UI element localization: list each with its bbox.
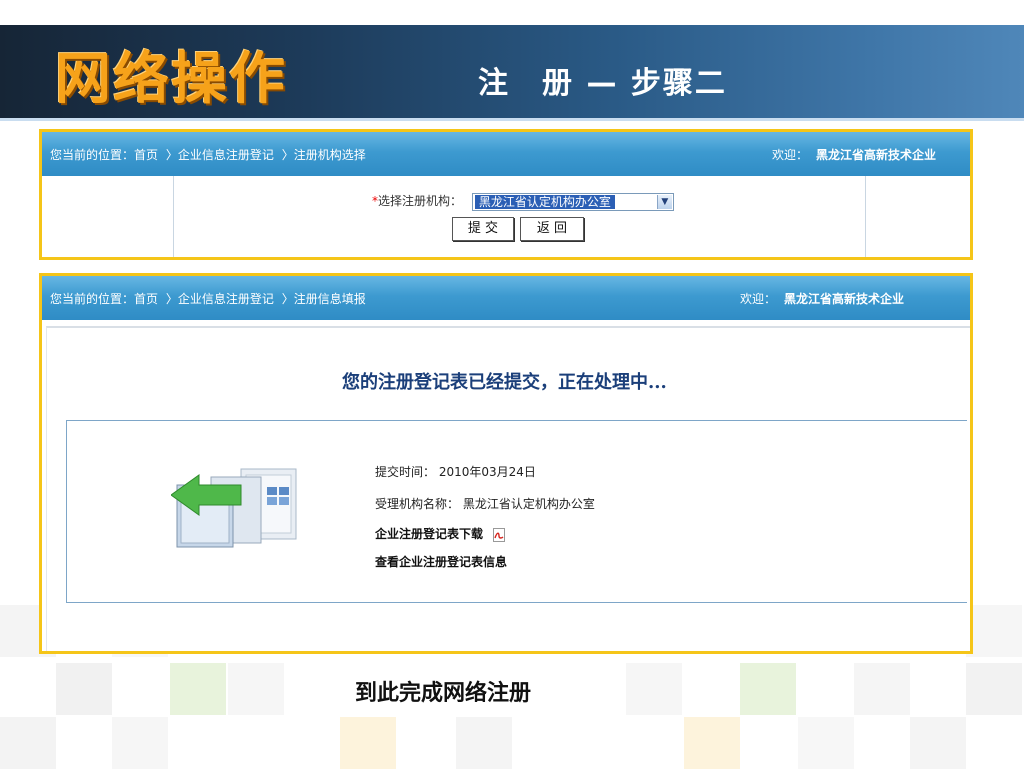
breadcrumb-agency-selection: 〉注册机构选择 bbox=[281, 148, 366, 162]
panel-body: *选择注册机构： 黑龙江省认定机构办公室 ▼ 提 交 返 回 bbox=[42, 176, 970, 257]
submission-info-box: 提交时间： 2010年03月24日 受理机构名称： 黑龙江省认定机构办公室 企业… bbox=[66, 420, 967, 603]
breadcrumb-registration-info: 〉注册信息填报 bbox=[281, 292, 366, 306]
welcome-text: 欢迎： 黑龙江省高新技术企业 bbox=[740, 290, 904, 307]
submit-time: 提交时间： 2010年03月24日 bbox=[375, 465, 536, 479]
agency-name: 受理机构名称： 黑龙江省认定机构办公室 bbox=[375, 497, 595, 511]
breadcrumb-home[interactable]: 您当前的位置：首页 bbox=[50, 292, 158, 306]
breadcrumb: 您当前的位置：首页 〉企业信息注册登记 〉注册机构选择 bbox=[50, 146, 370, 163]
download-form-link[interactable]: 企业注册登记表下载 bbox=[375, 527, 483, 541]
completion-caption: 到此完成网络注册 bbox=[355, 681, 532, 706]
submit-button[interactable]: 提 交 bbox=[452, 217, 514, 241]
left-column bbox=[42, 176, 174, 257]
agency-form-row: *选择注册机构： 黑龙江省认定机构办公室 ▼ bbox=[372, 192, 674, 211]
right-column bbox=[865, 176, 970, 257]
breadcrumb-enterprise-registration[interactable]: 〉企业信息注册登记 bbox=[166, 148, 274, 162]
pdf-icon[interactable] bbox=[493, 527, 506, 542]
chevron-down-icon[interactable]: ▼ bbox=[656, 194, 672, 209]
agency-select-value: 黑龙江省认定机构办公室 bbox=[474, 194, 615, 209]
panel-header-bar: 您当前的位置：首页 〉企业信息注册登记 〉注册机构选择 欢迎： 黑龙江省高新技术企… bbox=[42, 132, 970, 176]
welcome-text: 欢迎： 黑龙江省高新技术企业 bbox=[772, 146, 936, 163]
agency-select[interactable]: 黑龙江省认定机构办公室 ▼ bbox=[471, 192, 674, 211]
welcome-user: 黑龙江省高新技术企业 bbox=[816, 148, 937, 162]
submission-status-panel: 您当前的位置：首页 〉企业信息注册登记 〉注册信息填报 欢迎： 黑龙江省高新技术企… bbox=[39, 273, 973, 654]
view-form-link[interactable]: 查看企业注册登记表信息 bbox=[375, 553, 507, 570]
document-transfer-icon bbox=[171, 468, 297, 548]
panel-body: 您的注册登记表已经提交，正在处理中... 提交时间： 2010年03月24日 受… bbox=[42, 320, 970, 651]
slide-title: 网络操作 bbox=[55, 47, 287, 112]
header-divider bbox=[0, 118, 1024, 121]
breadcrumb: 您当前的位置：首页 〉企业信息注册登记 〉注册信息填报 bbox=[50, 290, 370, 307]
agency-selection-panel: 您当前的位置：首页 〉企业信息注册登记 〉注册机构选择 欢迎： 黑龙江省高新技术企… bbox=[39, 129, 973, 260]
panel-header-bar: 您当前的位置：首页 〉企业信息注册登记 〉注册信息填报 欢迎： 黑龙江省高新技术企… bbox=[42, 276, 970, 320]
back-button[interactable]: 返 回 bbox=[520, 217, 584, 241]
welcome-label: 欢迎： bbox=[740, 292, 777, 306]
breadcrumb-home[interactable]: 您当前的位置：首页 bbox=[50, 148, 158, 162]
welcome-user: 黑龙江省高新技术企业 bbox=[784, 292, 905, 306]
welcome-label: 欢迎： bbox=[772, 148, 809, 162]
slide-subtitle: 注 册 — 步骤二 bbox=[478, 66, 727, 101]
download-form-row: 企业注册登记表下载 bbox=[375, 525, 506, 542]
breadcrumb-enterprise-registration[interactable]: 〉企业信息注册登记 bbox=[166, 292, 274, 306]
agency-select-label: 选择注册机构： bbox=[378, 194, 463, 208]
status-message: 您的注册登记表已经提交，正在处理中... bbox=[342, 372, 667, 393]
